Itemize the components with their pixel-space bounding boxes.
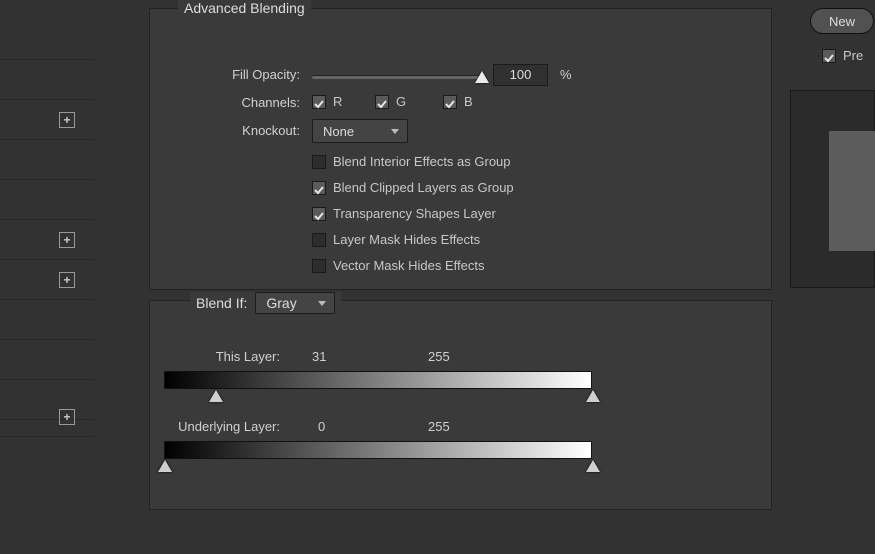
blend-if-header: Blend If: Gray [190,292,341,314]
this-layer-low: 31 [312,349,326,364]
check-icon [314,209,324,219]
fx-row[interactable] [0,20,95,60]
fill-opacity-slider[interactable] [312,75,482,79]
check-icon [377,97,387,107]
advanced-blending-title: Advanced Blending [178,0,311,16]
fx-row[interactable]: + [0,260,95,300]
this-layer-label: This Layer: [150,349,280,364]
fx-row[interactable] [0,140,95,180]
underlying-high: 255 [428,419,450,434]
channel-b-label: B [464,94,473,109]
knockout-dropdown[interactable]: None [312,119,408,143]
this-layer-high: 255 [428,349,450,364]
channel-b-checkbox[interactable]: B [443,94,473,109]
fx-row[interactable]: + [0,397,95,437]
blend_clipped-label: Blend Clipped Layers as Group [333,180,514,195]
right-panel: New Pre [788,0,875,554]
blend_interior-checkbox[interactable]: Blend Interior Effects as Group [312,154,511,169]
underlying-low-handle[interactable] [158,460,172,474]
transparency_shapes-checkbox[interactable]: Transparency Shapes Layer [312,206,496,221]
channel-r-label: R [333,94,342,109]
preview-label: Pre [843,48,863,63]
fill-opacity-value[interactable]: 100 [493,64,548,86]
this-layer-gradient[interactable] [164,371,592,389]
percent-sign: % [560,67,572,82]
channels-label: Channels: [170,95,300,110]
blend-if-dropdown[interactable]: Gray [255,292,335,314]
underlying-layer-label: Underlying Layer: [150,419,280,434]
preview-box [790,90,875,288]
fx-row[interactable] [0,340,95,380]
plus-icon[interactable]: + [59,232,75,248]
plus-icon[interactable]: + [59,409,75,425]
channel-r-checkbox[interactable]: R [312,94,342,109]
fx-row[interactable]: + [0,220,95,260]
check-icon [314,97,324,107]
underlying-high-handle[interactable] [586,460,600,474]
knockout-label: Knockout: [170,123,300,138]
channel-g-checkbox[interactable]: G [375,94,406,109]
new-style-label: New [829,14,855,29]
fill-opacity-handle[interactable] [475,71,489,85]
plus-icon[interactable]: + [59,272,75,288]
layer_mask_hides-checkbox[interactable]: Layer Mask Hides Effects [312,232,480,247]
blend-if-title: Blend If: [196,295,247,311]
preview-swatch [829,131,875,251]
blend-if-group: Blend If: Gray This Layer: 31 255 Underl… [149,300,772,510]
check-icon [445,97,455,107]
plus-icon[interactable]: + [59,112,75,128]
blend_clipped-checkbox[interactable]: Blend Clipped Layers as Group [312,180,514,195]
this-layer-low-handle[interactable] [209,390,223,404]
fx-row[interactable] [0,60,95,100]
preview-checkbox[interactable]: Pre [822,48,863,63]
vector_mask_hides-label: Vector Mask Hides Effects [333,258,485,273]
layer_mask_hides-label: Layer Mask Hides Effects [333,232,480,247]
blend_interior-label: Blend Interior Effects as Group [333,154,511,169]
check-icon [824,51,834,61]
check-icon [314,183,324,193]
this-layer-high-handle[interactable] [586,390,600,404]
transparency_shapes-label: Transparency Shapes Layer [333,206,496,221]
fx-row[interactable]: + [0,100,95,140]
blend-if-value: Gray [266,295,296,311]
fill-opacity-label: Fill Opacity: [170,67,300,82]
vector_mask_hides-checkbox[interactable]: Vector Mask Hides Effects [312,258,485,273]
new-style-button[interactable]: New [810,8,874,34]
underlying-gradient[interactable] [164,441,592,459]
fx-row[interactable] [0,300,95,340]
main-column: Advanced Blending Fill Opacity: 100 % Ch… [149,0,779,554]
channel-g-label: G [396,94,406,109]
knockout-value: None [323,124,354,139]
fx-row[interactable] [0,180,95,220]
effects-list: + + + + [0,0,95,554]
underlying-low: 0 [318,419,325,434]
advanced-blending-group: Advanced Blending Fill Opacity: 100 % Ch… [149,8,772,290]
